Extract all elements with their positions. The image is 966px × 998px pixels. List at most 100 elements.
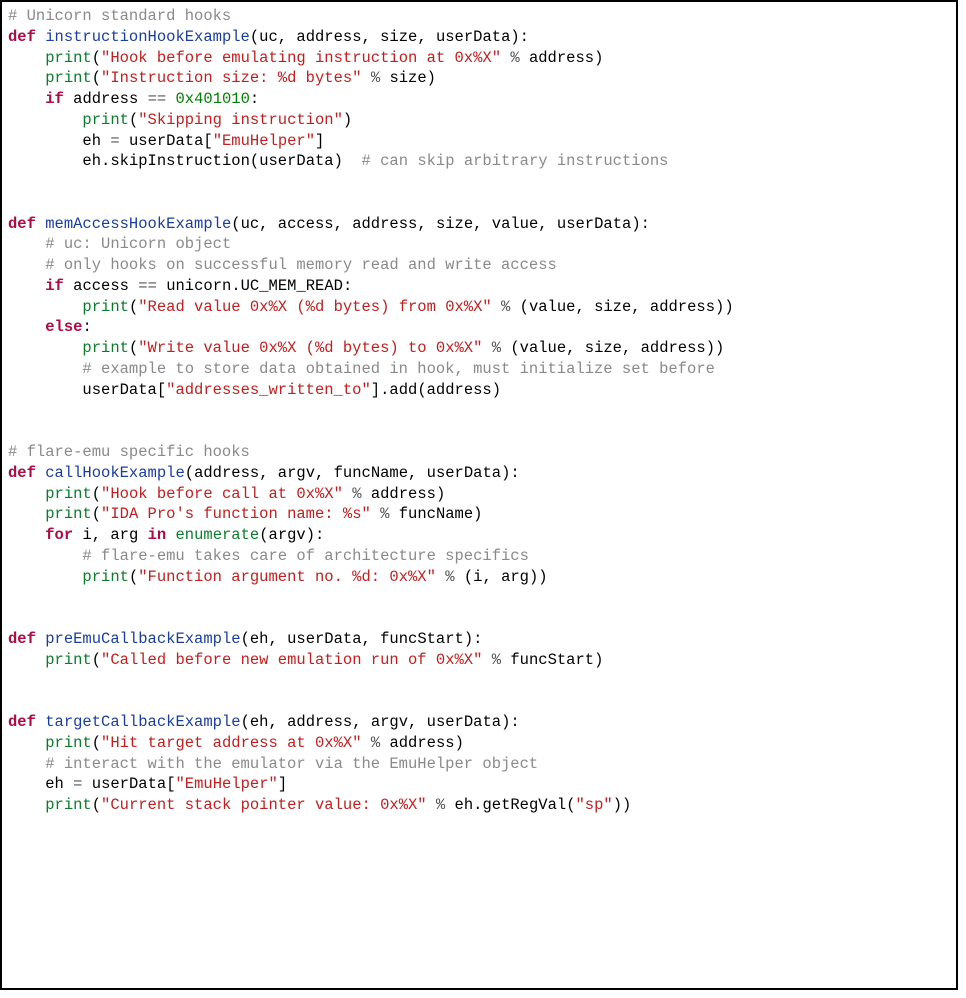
code-token: else [45, 318, 82, 336]
code-token [8, 651, 45, 669]
code-token: eh [82, 132, 101, 150]
code-token: print [45, 796, 92, 814]
code-token: ( [92, 505, 101, 523]
code-token: for [45, 526, 73, 544]
code-token: value [529, 298, 576, 316]
code-token [8, 796, 45, 814]
code-token: address [296, 28, 361, 46]
code-token [8, 755, 45, 773]
code-token [36, 713, 45, 731]
code-token: : [343, 277, 352, 295]
code-token: argv [278, 464, 315, 482]
code-token: value [492, 215, 539, 233]
code-token: ): [306, 526, 325, 544]
code-token: userData [436, 28, 510, 46]
code-token: , [417, 215, 436, 233]
code-token: ] [315, 132, 324, 150]
code-token: , [259, 215, 278, 233]
code-token: , [575, 298, 594, 316]
code-token: "sp" [576, 796, 613, 814]
code-token: = [110, 132, 119, 150]
code-token: : [82, 318, 91, 336]
code-token: funcStart [380, 630, 464, 648]
code-token [82, 775, 91, 793]
code-token: ) [594, 49, 603, 67]
code-token: ( [129, 568, 138, 586]
code-token: )) [529, 568, 548, 586]
code-token [138, 526, 147, 544]
code-token: userData [287, 630, 361, 648]
code-token [8, 69, 45, 87]
code-token: print [82, 111, 129, 129]
code-token: ( [92, 796, 101, 814]
code-token: eh [250, 630, 269, 648]
code-token: # Unicorn standard hooks [8, 7, 231, 25]
code-token: ( [510, 298, 529, 316]
code-token: == [148, 90, 167, 108]
code-token [8, 235, 45, 253]
code-token [64, 90, 73, 108]
code-token: # uc: Unicorn object [45, 235, 231, 253]
code-token: def [8, 215, 36, 233]
code-token: address [287, 713, 352, 731]
code-token: ) [343, 111, 352, 129]
code-token [36, 28, 45, 46]
code-token: ( [92, 485, 101, 503]
code-token: ( [129, 339, 138, 357]
code-token: callHookExample [45, 464, 185, 482]
code-token: , [622, 339, 641, 357]
code-token: , [482, 568, 501, 586]
code-token [8, 547, 82, 565]
code-token [389, 505, 398, 523]
code-token: getRegVal [482, 796, 566, 814]
code-token: ( [129, 111, 138, 129]
code-token: ): [501, 713, 520, 731]
code-token: == [138, 277, 157, 295]
code-token: size [585, 339, 622, 357]
code-token: "Skipping instruction" [138, 111, 343, 129]
code-token: , [92, 526, 111, 544]
code-token: , [362, 630, 381, 648]
code-token: 0x401010 [176, 90, 250, 108]
code-token [8, 734, 45, 752]
code-token [371, 505, 380, 523]
code-token: arg [501, 568, 529, 586]
code-token: enumerate [176, 526, 260, 544]
code-token: : [250, 90, 259, 108]
code-token: userData [557, 215, 631, 233]
code-token: , [362, 28, 381, 46]
code-token [482, 651, 491, 669]
code-token: % [352, 485, 361, 503]
code-token: # flare-emu takes care of architecture s… [82, 547, 528, 565]
code-token: ( [92, 69, 101, 87]
code-token: ( [501, 339, 520, 357]
code-token: ( [566, 796, 575, 814]
code-token: ) [594, 651, 603, 669]
code-token: ): [510, 28, 529, 46]
code-token [343, 485, 352, 503]
code-token: address [427, 381, 492, 399]
code-token: userData [129, 132, 203, 150]
code-token [8, 526, 45, 544]
code-token: , [538, 215, 557, 233]
code-token: if [45, 277, 64, 295]
code-token: ) [427, 69, 436, 87]
code-token [8, 339, 82, 357]
code-token: # interact with the emulator via the Emu… [45, 755, 538, 773]
code-token: , [352, 713, 371, 731]
code-token: . [101, 152, 110, 170]
code-token [8, 49, 45, 67]
code-token: userData [259, 152, 333, 170]
code-token: print [82, 568, 129, 586]
code-token: "EmuHelper" [176, 775, 278, 793]
code-token [36, 630, 45, 648]
code-token: def [8, 464, 36, 482]
code-token: funcStart [510, 651, 594, 669]
code-token: print [45, 734, 92, 752]
code-token: , [315, 464, 334, 482]
code-token [8, 90, 45, 108]
code-token: ( [92, 734, 101, 752]
code-token [8, 381, 82, 399]
code-token: print [45, 505, 92, 523]
code-token [427, 796, 436, 814]
